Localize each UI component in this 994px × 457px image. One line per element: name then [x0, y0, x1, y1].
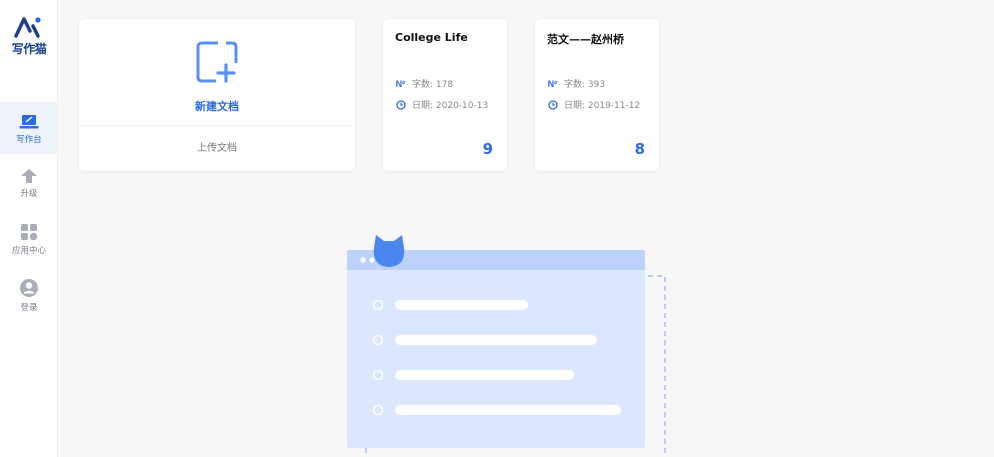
- word-count-icon: Nº: [547, 78, 558, 89]
- arrow-up-icon: [21, 169, 37, 183]
- document-title: College Life: [395, 31, 468, 44]
- sidebar-item-workspace[interactable]: 写作台: [0, 102, 58, 154]
- date-text: 日期: 2019-11-12: [564, 101, 641, 111]
- new-document-button[interactable]: 新建文档: [79, 19, 355, 125]
- document-title: 范文——赵州桥: [547, 33, 624, 46]
- logo-text: 写作猫: [11, 42, 47, 56]
- logo[interactable]: 写作猫: [0, 16, 58, 57]
- word-count-text: 字数: 393: [564, 80, 606, 90]
- sidebar-item-label: 登录: [20, 303, 38, 313]
- date-text: 日期: 2020-10-13: [412, 101, 489, 111]
- sidebar-item-app-center[interactable]: 应用中心: [0, 223, 58, 263]
- add-document-icon: [196, 41, 238, 83]
- clock-icon: [395, 99, 406, 110]
- empty-state-illustration: [347, 235, 666, 457]
- document-date: 日期: 2019-11-12: [547, 98, 640, 111]
- new-document-card: 新建文档 上传文档: [79, 19, 355, 171]
- document-date: 日期: 2020-10-13: [395, 98, 488, 111]
- laptop-icon: [19, 115, 39, 129]
- word-count: Nº 字数: 393: [547, 77, 606, 91]
- document-count: 9: [482, 140, 493, 158]
- sidebar-item-label: 应用中心: [11, 246, 46, 256]
- clock-icon: [547, 99, 558, 110]
- divider: [79, 125, 355, 126]
- document-card[interactable]: College Life Nº 字数: 178 日期: 2020-10-13 9: [383, 19, 507, 171]
- cat-mascot-icon: [373, 235, 405, 267]
- sidebar: 写作猫 写作台 升级 应用中心 登录: [0, 0, 58, 457]
- word-count-icon: Nº: [395, 78, 406, 89]
- document-count: 8: [634, 140, 645, 158]
- sidebar-item-label: 升级: [20, 189, 38, 199]
- word-count-text: 字数: 178: [412, 80, 454, 90]
- new-document-label: 新建文档: [195, 100, 239, 113]
- sidebar-item-label: 写作台: [16, 135, 42, 145]
- user-icon: [20, 279, 38, 297]
- grid-icon: [21, 224, 38, 241]
- word-count: Nº 字数: 178: [395, 77, 454, 91]
- logo-icon: [14, 17, 41, 38]
- document-card[interactable]: 范文——赵州桥 Nº 字数: 393 日期: 2019-11-12 8: [535, 19, 659, 171]
- sidebar-item-login[interactable]: 登录: [0, 278, 58, 318]
- upload-document-button[interactable]: 上传文档: [79, 139, 355, 154]
- sidebar-item-upgrade[interactable]: 升级: [0, 168, 58, 208]
